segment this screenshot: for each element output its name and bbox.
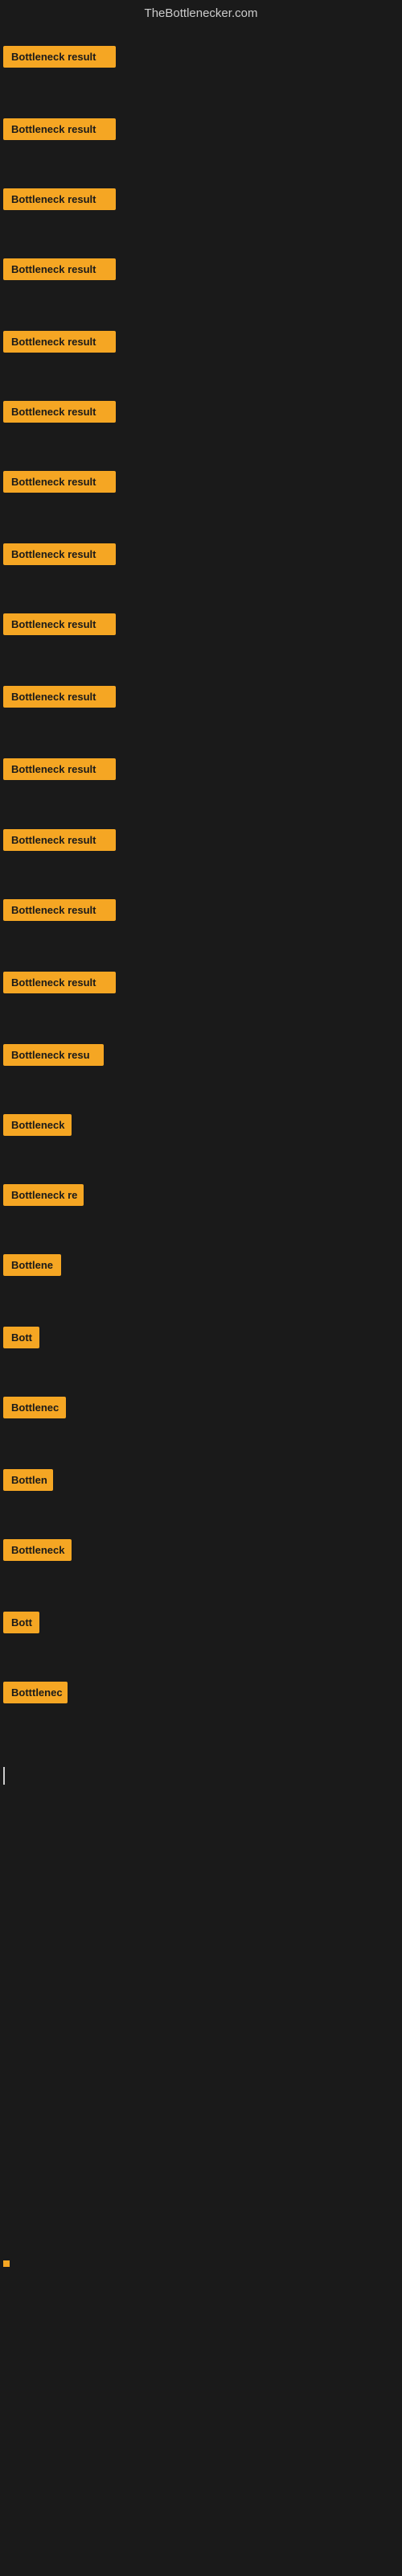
site-title: TheBottlenecker.com: [0, 0, 402, 27]
bottleneck-item-11[interactable]: Bottleneck result: [3, 758, 116, 780]
bottleneck-item-3[interactable]: Bottleneck result: [3, 188, 116, 210]
bottleneck-item-14[interactable]: Bottleneck result: [3, 972, 116, 993]
bottleneck-item-5[interactable]: Bottleneck result: [3, 331, 116, 353]
bottleneck-item-9[interactable]: Bottleneck result: [3, 613, 116, 635]
bottleneck-item-1[interactable]: Bottleneck result: [3, 46, 116, 68]
bottleneck-item-21[interactable]: Bottlen: [3, 1469, 53, 1491]
bottleneck-item-20[interactable]: Bottlenec: [3, 1397, 66, 1418]
bottleneck-item-24[interactable]: Botttlenec: [3, 1682, 68, 1703]
bottleneck-item-15[interactable]: Bottleneck resu: [3, 1044, 104, 1066]
bottleneck-item-7[interactable]: Bottleneck result: [3, 471, 116, 493]
bottleneck-item-13[interactable]: Bottleneck result: [3, 899, 116, 921]
bottleneck-item-2[interactable]: Bottleneck result: [3, 118, 116, 140]
small-indicator: [3, 2260, 10, 2267]
bottleneck-item-18[interactable]: Bottlene: [3, 1254, 61, 1276]
cursor-indicator: [3, 1767, 5, 1785]
bottleneck-item-10[interactable]: Bottleneck result: [3, 686, 116, 708]
bottleneck-item-4[interactable]: Bottleneck result: [3, 258, 116, 280]
bottleneck-item-19[interactable]: Bott: [3, 1327, 39, 1348]
bottleneck-item-6[interactable]: Bottleneck result: [3, 401, 116, 423]
bottleneck-item-17[interactable]: Bottleneck re: [3, 1184, 84, 1206]
bottleneck-item-23[interactable]: Bott: [3, 1612, 39, 1633]
bottleneck-item-22[interactable]: Bottleneck: [3, 1539, 72, 1561]
bottleneck-item-16[interactable]: Bottleneck: [3, 1114, 72, 1136]
bottleneck-item-8[interactable]: Bottleneck result: [3, 543, 116, 565]
page-wrapper: TheBottlenecker.com Bottleneck result Bot…: [0, 0, 402, 2576]
bottleneck-item-12[interactable]: Bottleneck result: [3, 829, 116, 851]
